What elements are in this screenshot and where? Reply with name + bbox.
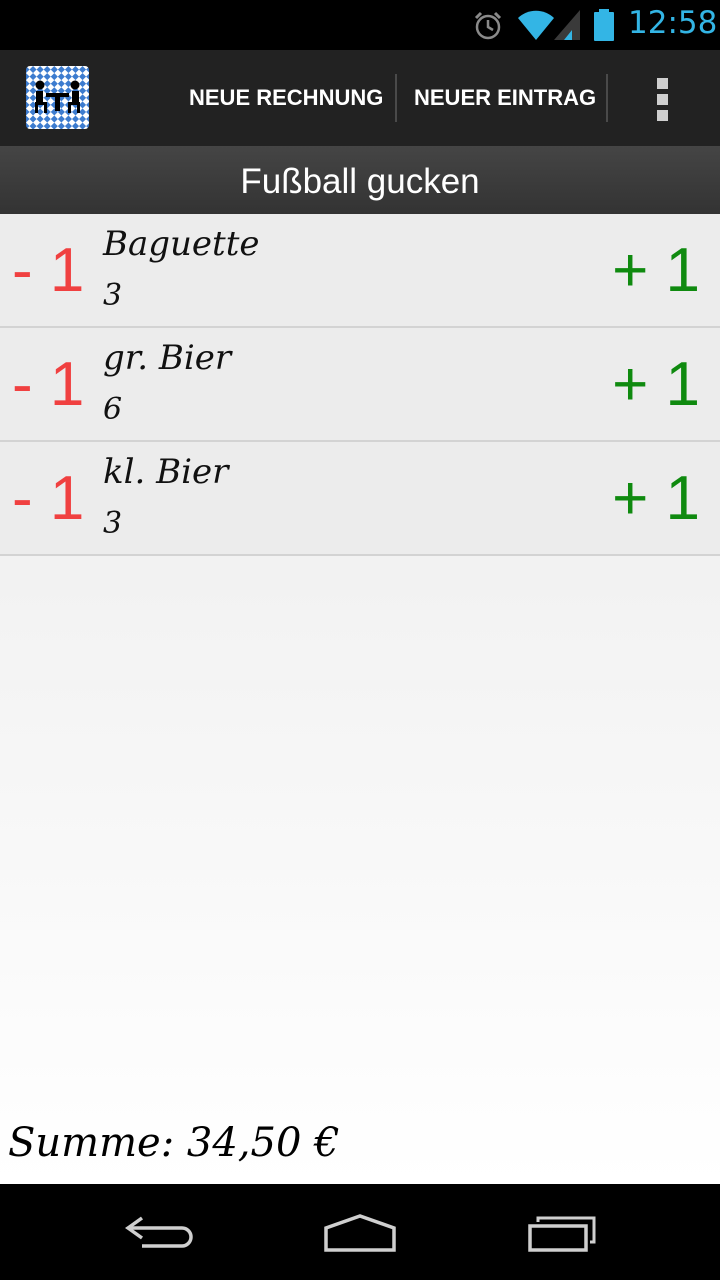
status-bar: 12:58 (0, 0, 720, 50)
navigation-bar (0, 1184, 720, 1280)
increment-button[interactable]: + 1 (612, 464, 700, 534)
item-name: gr. Bier (103, 338, 232, 378)
back-icon[interactable] (120, 1210, 200, 1254)
neue-rechnung-button[interactable]: NEUE RECHNUNG (189, 50, 383, 146)
decrement-button[interactable]: - 1 (12, 236, 84, 306)
item-count: 3 (103, 278, 123, 313)
item-name: kl. Bier (103, 452, 229, 492)
list-item: - 1 Baguette 3 + 1 (0, 214, 720, 328)
overflow-menu-icon[interactable] (648, 76, 678, 122)
recent-apps-icon[interactable] (522, 1210, 602, 1254)
list-item: - 1 gr. Bier 6 + 1 (0, 328, 720, 442)
bill-title-bar: Fußball gucken (0, 146, 720, 214)
item-count: 3 (103, 506, 123, 541)
table-with-people-icon[interactable] (26, 66, 89, 129)
alarm-icon (474, 11, 502, 40)
neuer-eintrag-button[interactable]: NEUER EINTRAG (414, 50, 596, 146)
decrement-button[interactable]: - 1 (12, 350, 84, 420)
signal-icon (554, 10, 580, 40)
action-bar-divider (606, 74, 608, 122)
action-bar: NEUE RECHNUNG NEUER EINTRAG (0, 50, 720, 146)
action-bar-divider (395, 74, 397, 122)
sum-label: Summe: 34,50 € (8, 1120, 340, 1166)
battery-icon (594, 9, 614, 41)
home-icon[interactable] (320, 1210, 400, 1254)
decrement-button[interactable]: - 1 (12, 464, 84, 534)
bill-view: Fußball gucken - 1 Baguette 3 + 1 - 1 gr… (0, 146, 720, 1184)
status-clock: 12:58 (628, 5, 718, 41)
increment-button[interactable]: + 1 (612, 236, 700, 306)
wifi-icon (518, 10, 554, 40)
item-name: Baguette (103, 224, 260, 264)
list-item: - 1 kl. Bier 3 + 1 (0, 442, 720, 556)
bill-title: Fußball gucken (240, 162, 480, 201)
increment-button[interactable]: + 1 (612, 350, 700, 420)
item-count: 6 (103, 392, 123, 427)
